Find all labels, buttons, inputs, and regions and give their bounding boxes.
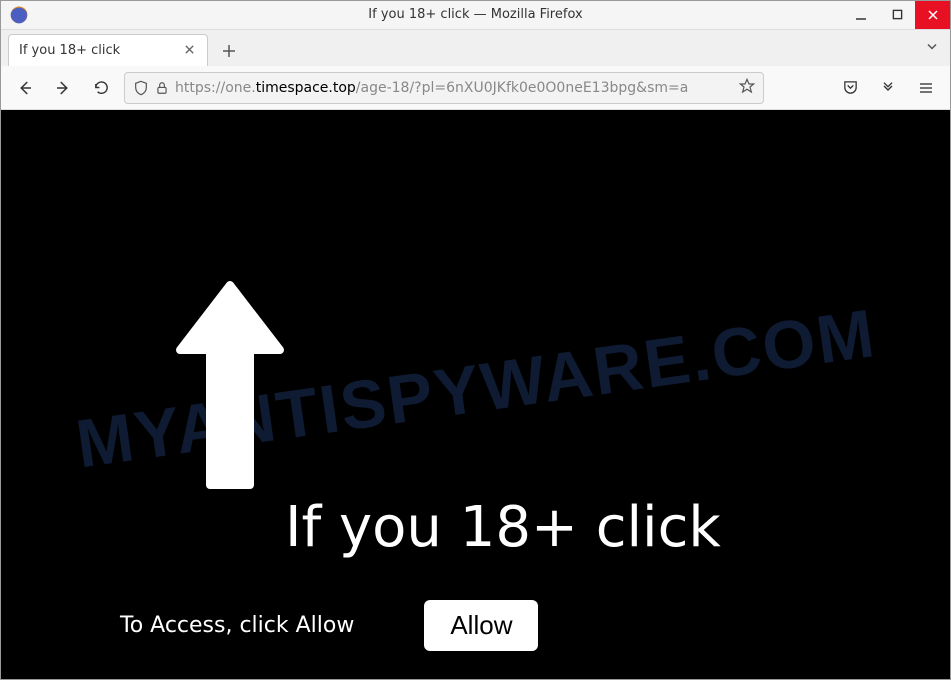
- bookmark-star-icon[interactable]: [739, 78, 755, 98]
- overflow-icon[interactable]: [873, 73, 903, 103]
- lock-icon[interactable]: [155, 81, 169, 95]
- toolbar-right: [835, 73, 941, 103]
- window-title: If you 18+ click — Mozilla Firefox: [368, 7, 582, 22]
- nav-toolbar: https://one.timespace.top/age-18/?pl=6nX…: [0, 66, 951, 110]
- access-subtext: To Access, click Allow: [120, 613, 354, 638]
- access-row: To Access, click Allow Allow: [120, 600, 538, 651]
- shield-icon[interactable]: [133, 80, 149, 96]
- new-tab-button[interactable]: [214, 36, 244, 66]
- close-button[interactable]: [915, 0, 951, 29]
- page-content: MYANTISPYWARE.COM If you 18+ click To Ac…: [0, 110, 951, 680]
- page-headline: If you 18+ click: [285, 495, 721, 560]
- window-titlebar: If you 18+ click — Mozilla Firefox: [0, 0, 951, 30]
- tab-close-icon[interactable]: [182, 43, 197, 59]
- tab-active[interactable]: If you 18+ click: [8, 34, 208, 66]
- up-arrow-icon: [170, 270, 290, 504]
- url-text: https://one.timespace.top/age-18/?pl=6nX…: [175, 80, 733, 96]
- allow-button[interactable]: Allow: [424, 600, 538, 651]
- minimize-button[interactable]: [843, 0, 879, 29]
- url-bar[interactable]: https://one.timespace.top/age-18/?pl=6nX…: [124, 72, 764, 104]
- forward-button[interactable]: [48, 73, 78, 103]
- reload-button[interactable]: [86, 73, 116, 103]
- back-button[interactable]: [10, 73, 40, 103]
- window-controls: [843, 0, 951, 29]
- tabs-dropdown-button[interactable]: [925, 40, 939, 57]
- firefox-icon: [8, 4, 30, 26]
- hamburger-menu-icon[interactable]: [911, 73, 941, 103]
- maximize-button[interactable]: [879, 0, 915, 29]
- pocket-icon[interactable]: [835, 73, 865, 103]
- tab-label: If you 18+ click: [19, 43, 120, 58]
- tab-strip: If you 18+ click: [0, 30, 951, 66]
